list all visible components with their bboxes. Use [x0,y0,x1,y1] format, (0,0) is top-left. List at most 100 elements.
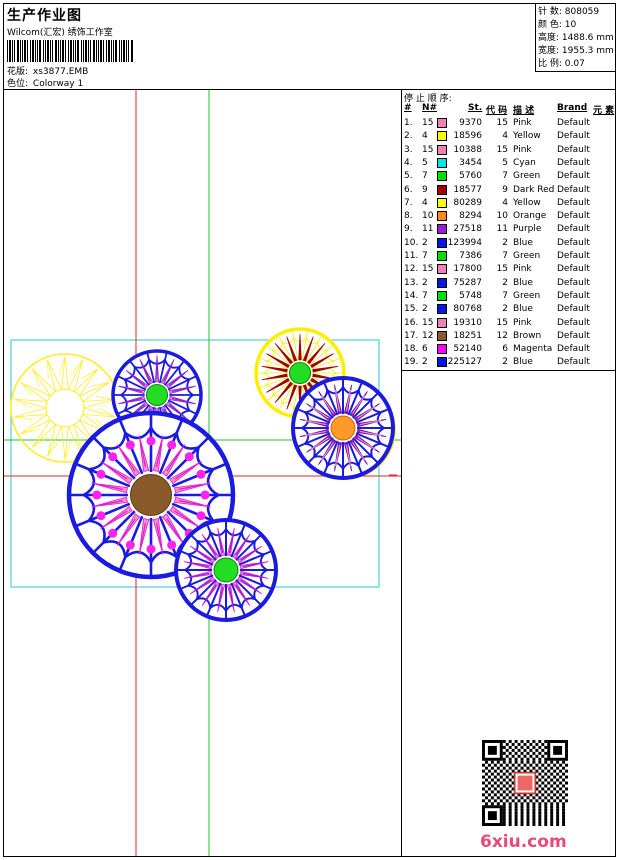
qr-module [482,775,485,779]
qr-module [565,781,568,785]
color-swatch [437,251,447,261]
qr-module [532,814,536,818]
stop-brand: Default [557,264,590,275]
stop-desc: Pink [513,144,532,155]
qr-module [482,799,485,803]
qr-module [553,787,557,791]
qr-module [508,823,512,826]
qr-module [550,766,554,770]
sun-center [45,388,85,428]
stop-brand: Default [557,211,590,222]
qr-module [520,760,524,764]
stop-brand: Default [557,357,590,368]
qr-module [505,754,509,758]
stop-num: 2. [404,131,413,142]
stop-brand: Default [557,157,590,168]
qr-module [502,823,506,826]
qr-module [505,742,509,746]
qr-module [487,781,491,785]
stop-row: 11. 7 7386 7 Green Default [402,251,615,264]
qr-module [482,781,485,785]
qr-module [553,793,557,797]
qr-module [508,790,512,794]
color-swatch [437,357,447,368]
stop-code: 15 [496,264,508,275]
barcode-image [7,40,133,62]
qr-module [535,799,539,803]
stop-st: 17800 [453,264,482,275]
barcode-bar [14,40,15,62]
sun-ray [31,368,56,397]
stop-st: 7386 [459,251,482,261]
color-swatch [437,118,447,128]
qr-module [529,742,533,746]
qr-module [487,799,491,803]
stop-brand: Default [557,344,590,355]
qr-module [487,769,491,773]
qr-module [565,799,568,803]
stop-n: 11 [422,224,434,235]
qr-module [547,787,551,791]
qr-module [526,740,530,743]
qr-module [514,757,518,761]
stop-n: 7 [422,251,428,261]
sun-ray [47,359,63,392]
qr-module [520,805,524,809]
qr-module [514,751,518,755]
qr-module [538,757,542,761]
qr-module [565,763,568,767]
qr-module [538,778,542,782]
qr-module [505,748,509,752]
qr-module [556,802,560,806]
color-swatch [437,264,447,275]
stop-n: 2 [422,237,428,248]
stop-n: 15 [422,317,434,328]
stop-num: 6. [404,184,413,195]
qr-module [484,766,488,770]
barcode-bar [90,40,91,62]
stop-num: 9. [404,224,413,235]
qr-module [490,778,494,782]
qr-module [532,766,536,770]
barcode-bar [98,40,99,62]
qr-module [538,796,542,800]
qr-module [520,751,524,755]
qr-module [532,823,536,826]
qr-module [532,811,536,815]
colorway-value: Colorway 1 [32,79,84,89]
qr-module [550,820,554,824]
qr-module [505,775,509,779]
stop-n: 2 [422,357,428,368]
qr-module [508,820,512,824]
qr-module [508,796,512,800]
color-swatch [437,131,447,142]
barcode-bar [39,40,41,62]
stop-num: 17. [404,330,419,341]
barcode-bar [27,40,28,62]
stop-desc: Orange [513,211,547,222]
qr-module [538,740,542,743]
qr-module [505,787,509,791]
stop-row: 8. 10 8294 10 Orange Default [402,211,615,224]
page-title: 生产作业图 [7,8,82,24]
petal-dot [108,528,118,538]
qr-module [538,805,542,809]
qr-module [559,769,563,773]
qr-module [490,790,494,794]
stop-desc: Yellow [513,197,541,208]
qr-module [514,820,518,824]
stop-code: 2 [502,357,508,368]
qr-module [544,823,548,826]
qr-module [550,811,554,815]
qr-module [484,772,488,776]
stat-value: 808059 [564,7,600,17]
qr-module [556,766,560,770]
qr-module [559,793,563,797]
color-swatch [437,211,447,222]
stop-code: 4 [502,197,508,208]
qr-module [502,745,506,749]
stop-code: 15 [496,144,508,155]
stop-desc: Pink [513,118,532,128]
qr-module [556,784,560,788]
barcode-bar [85,40,87,62]
